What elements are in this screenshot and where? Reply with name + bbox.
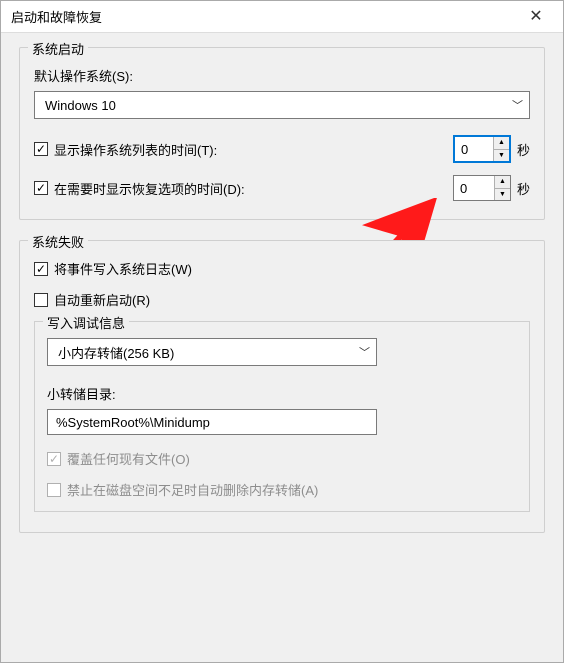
dump-type-value: 小内存转储(256 KB): [58, 343, 174, 362]
row-auto-restart: 自动重新启动(R): [34, 290, 530, 309]
close-icon[interactable]: ✕: [519, 9, 553, 25]
spinner-down-icon[interactable]: ▼: [494, 150, 509, 162]
checkbox-write-event[interactable]: [34, 262, 48, 276]
default-os-value: Windows 10: [45, 98, 116, 113]
spinner-os-list-value: 0: [455, 137, 493, 161]
spinner-os-list-seconds[interactable]: 0 ▲ ▼: [453, 135, 511, 163]
titlebar: 启动和故障恢复 ✕: [1, 1, 563, 33]
spinner-recovery-value: 0: [454, 176, 494, 200]
label-overwrite: 覆盖任何现有文件(O): [67, 449, 190, 468]
dialog-window: 启动和故障恢复 ✕ 系统启动 默认操作系统(S): Windows 10 ﹀ 显…: [0, 0, 564, 663]
label-recovery-options[interactable]: 在需要时显示恢复选项的时间(D):: [54, 179, 245, 198]
subgroup-debug-info: 写入调试信息 小内存转储(256 KB) ﹀ 小转储目录: %SystemRoo…: [34, 321, 530, 512]
label-auto-restart[interactable]: 自动重新启动(R): [54, 290, 150, 309]
checkbox-disable-low-disk: [47, 483, 61, 497]
seconds-unit: 秒: [517, 140, 530, 159]
row-recovery-options: 在需要时显示恢复选项的时间(D): 0 ▲ ▼ 秒: [34, 175, 530, 201]
spinner-up-icon[interactable]: ▲: [495, 176, 510, 189]
dump-type-select[interactable]: 小内存转储(256 KB) ﹀: [47, 338, 377, 366]
dump-dir-label: 小转储目录:: [47, 384, 517, 403]
dump-dir-input[interactable]: %SystemRoot%\Minidump: [47, 409, 377, 435]
spinner-down-icon[interactable]: ▼: [495, 189, 510, 201]
row-disable-low-disk: 禁止在磁盘空间不足时自动删除内存转储(A): [47, 480, 517, 499]
checkbox-overwrite: [47, 452, 61, 466]
label-disable-low-disk: 禁止在磁盘空间不足时自动删除内存转储(A): [67, 480, 318, 499]
checkbox-recovery-options[interactable]: [34, 181, 48, 195]
window-title: 启动和故障恢复: [11, 7, 102, 26]
spinner-up-icon[interactable]: ▲: [494, 137, 509, 150]
dump-dir-value: %SystemRoot%\Minidump: [56, 415, 210, 430]
seconds-unit: 秒: [517, 179, 530, 198]
group-title-system-startup: 系统启动: [28, 39, 88, 58]
checkbox-auto-restart[interactable]: [34, 293, 48, 307]
chevron-down-icon: ﹀: [512, 97, 523, 113]
default-os-select[interactable]: Windows 10 ﹀: [34, 91, 530, 119]
label-show-os-list[interactable]: 显示操作系统列表的时间(T):: [54, 140, 217, 159]
group-title-system-failure: 系统失败: [28, 232, 88, 251]
row-write-event: 将事件写入系统日志(W): [34, 259, 530, 278]
spinner-buttons: ▲ ▼: [494, 176, 510, 200]
default-os-label: 默认操作系统(S):: [34, 66, 530, 85]
group-system-startup: 系统启动 默认操作系统(S): Windows 10 ﹀ 显示操作系统列表的时间…: [19, 47, 545, 220]
row-show-os-list: 显示操作系统列表的时间(T): 0 ▲ ▼ 秒: [34, 135, 530, 163]
chevron-down-icon: ﹀: [359, 344, 370, 360]
group-system-failure: 系统失败 将事件写入系统日志(W) 自动重新启动(R) 写入调试信息 小内存转储…: [19, 240, 545, 533]
row-overwrite: 覆盖任何现有文件(O): [47, 449, 517, 468]
label-write-event[interactable]: 将事件写入系统日志(W): [54, 259, 192, 278]
spinner-buttons: ▲ ▼: [493, 137, 509, 161]
subgroup-title-debug: 写入调试信息: [43, 313, 129, 332]
dialog-content: 系统启动 默认操作系统(S): Windows 10 ﹀ 显示操作系统列表的时间…: [1, 33, 563, 662]
checkbox-show-os-list[interactable]: [34, 142, 48, 156]
spinner-recovery-seconds[interactable]: 0 ▲ ▼: [453, 175, 511, 201]
